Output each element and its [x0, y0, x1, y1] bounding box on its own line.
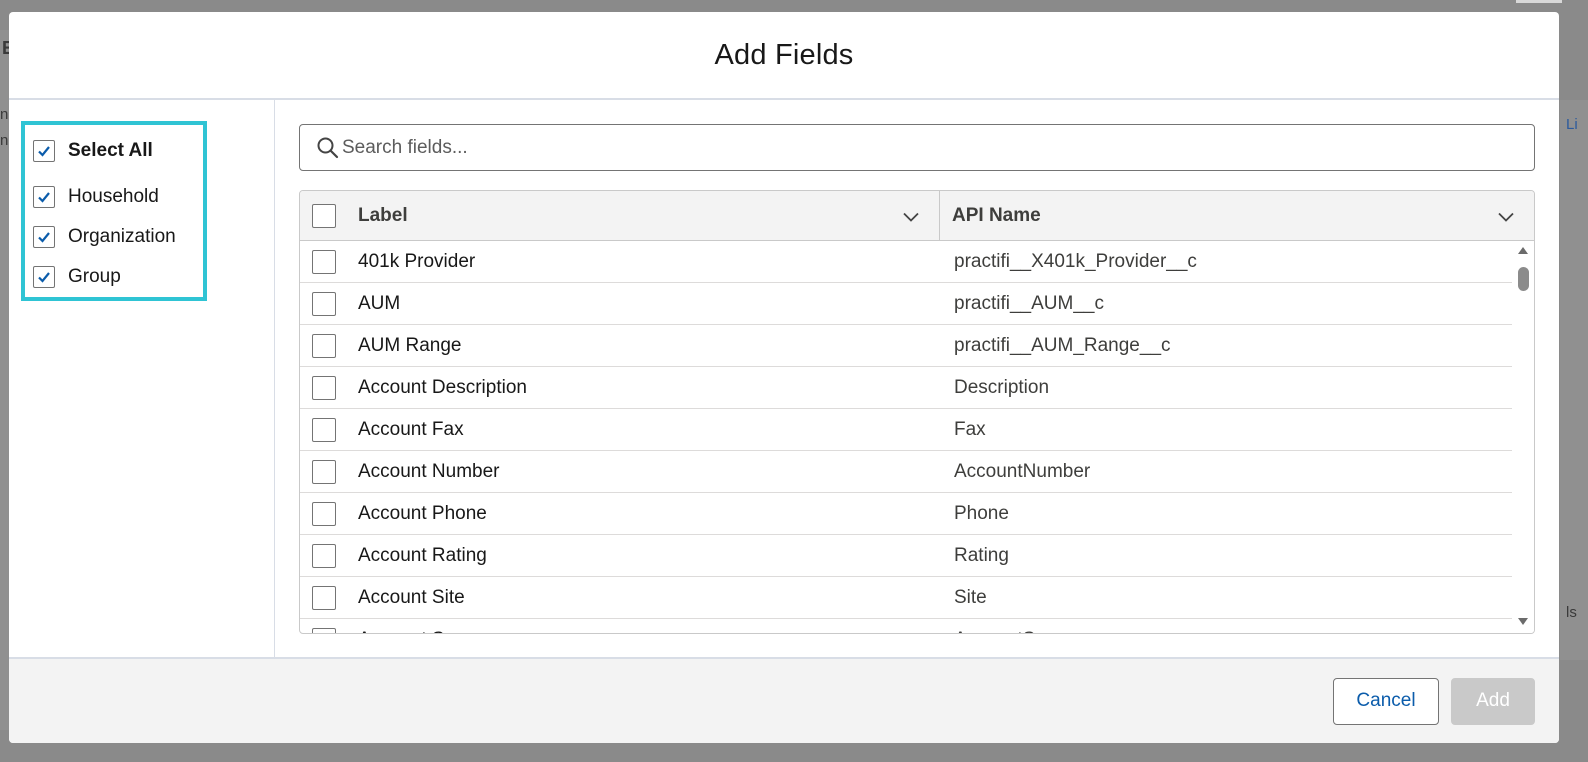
column-header-api-name[interactable]: API Name [940, 191, 1534, 240]
row-label: Account Description [358, 376, 527, 398]
select-all-label: Select All [68, 140, 153, 161]
scroll-down-icon[interactable] [1517, 617, 1529, 627]
row-checkbox[interactable] [312, 417, 336, 442]
search-icon [317, 137, 339, 158]
row-api-name: practifi__AUM__c [954, 292, 1104, 314]
row-checkbox-cell [300, 333, 348, 358]
object-type-panel: Select All Household Organization Group [9, 100, 275, 658]
table-row[interactable]: Account Phone Phone [300, 493, 1512, 535]
search-input[interactable] [342, 136, 1492, 159]
row-label: Account Phone [358, 502, 487, 524]
modal-header: Add Fields [9, 12, 1559, 100]
row-checkbox-cell [300, 459, 348, 484]
row-api-name: Description [954, 376, 1050, 398]
row-checkbox-cell [300, 375, 348, 400]
row-checkbox[interactable] [312, 459, 336, 484]
organization-label: Organization [68, 226, 176, 247]
row-checkbox-cell [300, 543, 348, 568]
row-label: Account Fax [358, 418, 464, 440]
row-api-name: Phone [954, 502, 1009, 524]
row-checkbox[interactable] [312, 249, 336, 274]
object-type-filter: Select All Household Organization Group [21, 121, 207, 301]
row-checkbox-cell [300, 585, 348, 610]
table-row[interactable]: 401k Provider practifi__X401k_Provider__c [300, 241, 1512, 283]
row-api-name: practifi__X401k_Provider__c [954, 250, 1197, 272]
select-all-checkbox[interactable] [33, 140, 55, 162]
type-option-group[interactable]: Group [33, 257, 203, 297]
row-api-name: Rating [954, 544, 1009, 566]
type-option-household[interactable]: Household [33, 177, 203, 217]
table-rows: 401k Provider practifi__X401k_Provider__c… [300, 241, 1534, 633]
household-checkbox[interactable] [33, 186, 55, 208]
table-row[interactable]: Account Site Site [300, 577, 1512, 619]
row-api-name: AccountNumber [954, 460, 1091, 482]
row-checkbox-cell [300, 249, 348, 274]
row-label: Account Site [358, 586, 465, 608]
row-label: Account Rating [358, 544, 487, 566]
add-button[interactable]: Add [1451, 677, 1535, 725]
table-row[interactable]: Account Fax Fax [300, 409, 1512, 451]
column-header-api-name-text: API Name [952, 204, 1041, 226]
column-header-label-text: Label [358, 204, 408, 226]
fields-table: Label API Name 401k Provider practifi__X4… [299, 190, 1535, 634]
type-option-organization[interactable]: Organization [33, 217, 203, 257]
background-top-control [1516, 0, 1562, 3]
row-api-name: Site [954, 586, 987, 608]
row-checkbox-cell [300, 501, 348, 526]
scroll-thumb[interactable] [1518, 267, 1529, 291]
background-right-strip [1560, 100, 1588, 660]
modal-title: Add Fields [714, 38, 854, 71]
select-all-rows-checkbox[interactable] [312, 203, 336, 228]
row-checkbox[interactable] [312, 543, 336, 568]
chevron-down-icon[interactable] [901, 207, 921, 227]
row-checkbox-cell [300, 417, 348, 442]
row-checkbox[interactable] [312, 501, 336, 526]
table-row[interactable]: AUM Range practifi__AUM_Range__c [300, 325, 1512, 367]
background-text-fragment: ls [1566, 604, 1577, 621]
row-checkbox[interactable] [312, 291, 336, 316]
add-fields-modal: Add Fields Select All Household Organiza… [9, 12, 1559, 743]
group-label: Group [68, 266, 121, 287]
row-checkbox-cell [300, 291, 348, 316]
select-all-option[interactable]: Select All [33, 131, 203, 171]
organization-checkbox[interactable] [33, 226, 55, 248]
modal-body: Select All Household Organization Group … [9, 100, 1559, 658]
row-checkbox[interactable] [312, 333, 336, 358]
checkmark-icon [38, 272, 50, 283]
checkmark-icon [38, 146, 50, 157]
column-header-label[interactable]: Label [348, 191, 940, 240]
row-label: AUM [358, 292, 401, 314]
background-link-fragment: Li [1566, 116, 1578, 133]
fields-panel: Label API Name 401k Provider practifi__X4… [275, 100, 1559, 658]
checkmark-icon [38, 192, 50, 203]
row-label: Account Number [358, 460, 500, 482]
row-label: Account Source [348, 629, 940, 634]
group-checkbox[interactable] [33, 266, 55, 288]
table-row[interactable]: Account Number AccountNumber [300, 451, 1512, 493]
table-body: 401k Provider practifi__X401k_Provider__c… [300, 241, 1534, 633]
row-api-name: Fax [954, 418, 986, 440]
scroll-up-icon[interactable] [1517, 245, 1529, 255]
search-box[interactable] [299, 124, 1535, 171]
row-checkbox[interactable] [312, 627, 336, 633]
table-row[interactable]: Account SourceAccountSource [300, 619, 1512, 633]
row-label: 401k Provider [358, 250, 476, 272]
row-checkbox-cell [300, 627, 348, 633]
table-row[interactable]: AUM practifi__AUM__c [300, 283, 1512, 325]
row-api-name: practifi__AUM_Range__c [954, 334, 1171, 356]
checkmark-icon [38, 232, 50, 243]
table-row[interactable]: Account Description Description [300, 367, 1512, 409]
cancel-button[interactable]: Cancel [1333, 677, 1439, 725]
row-checkbox[interactable] [312, 375, 336, 400]
row-checkbox[interactable] [312, 585, 336, 610]
table-scrollbar[interactable] [1512, 241, 1534, 633]
household-label: Household [68, 186, 159, 207]
chevron-down-icon[interactable] [1496, 207, 1516, 227]
table-row[interactable]: Account Rating Rating [300, 535, 1512, 577]
modal-footer: Cancel Add [9, 657, 1559, 743]
row-api-name: AccountSource [940, 629, 1512, 634]
header-checkbox-cell [300, 191, 348, 240]
table-header: Label API Name [300, 191, 1534, 241]
row-label: AUM Range [358, 334, 462, 356]
